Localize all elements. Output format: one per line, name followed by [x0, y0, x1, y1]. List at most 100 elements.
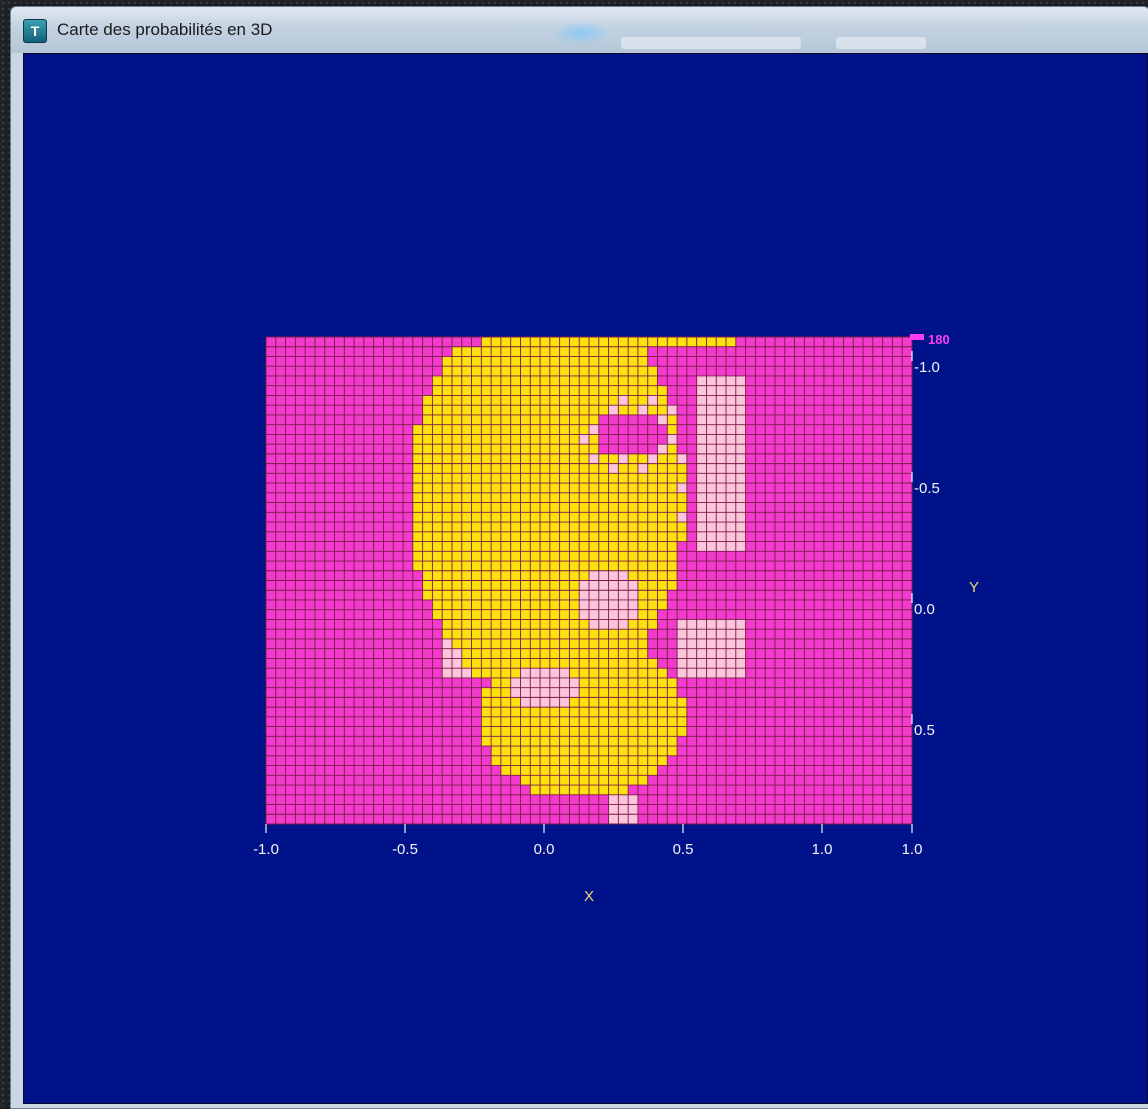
- heatmap-cell: [569, 414, 580, 425]
- heatmap-cell: [471, 463, 482, 474]
- heatmap-cell: [589, 502, 600, 513]
- heatmap-cell: [814, 726, 825, 737]
- heatmap-cell: [344, 434, 355, 445]
- heatmap-cell: [686, 346, 697, 357]
- heatmap-cell: [461, 638, 472, 649]
- x-axis-tick-label: 0.0: [534, 841, 555, 858]
- heatmap-cell: [706, 512, 717, 523]
- heatmap-cell: [686, 580, 697, 591]
- heatmap-cell: [716, 785, 727, 796]
- heatmap-cell: [726, 794, 737, 805]
- heatmap-cell: [833, 716, 844, 727]
- heatmap-cell: [363, 687, 374, 698]
- heatmap-cell: [530, 658, 541, 669]
- plot-area[interactable]: -1.0 -0.5 0.0 0.5 1.0 1.0 -1.0 -0.5 0.0 0.5 180 …: [23, 53, 1148, 1104]
- heatmap-cell: [863, 385, 874, 396]
- heatmap-cell: [275, 590, 286, 601]
- heatmap-cell: [442, 668, 453, 679]
- heatmap-cell: [285, 785, 296, 796]
- heatmap-cell: [872, 638, 883, 649]
- heatmap-cell: [549, 570, 560, 581]
- heatmap-cell: [863, 775, 874, 786]
- heatmap-cell: [686, 814, 697, 825]
- heatmap-cell: [608, 716, 619, 727]
- heatmap-cell: [432, 638, 443, 649]
- heatmap-cell: [833, 707, 844, 718]
- heatmap-cell: [451, 648, 463, 659]
- app-icon[interactable]: T: [23, 19, 47, 43]
- heatmap-cell: [403, 677, 414, 688]
- heatmap-cell: [794, 483, 805, 494]
- heatmap-cell: [540, 580, 551, 591]
- heatmap-cell: [383, 755, 394, 766]
- heatmap-cell: [618, 677, 629, 688]
- heatmap-cell: [266, 785, 277, 796]
- heatmap-cell: [432, 590, 443, 601]
- heatmap-cell: [706, 453, 717, 464]
- heatmap-cell: [814, 551, 825, 562]
- heatmap-cell: [569, 726, 580, 737]
- heatmap-cell: [667, 531, 678, 542]
- heatmap-cell: [589, 346, 600, 357]
- heatmap-cell: [314, 697, 326, 708]
- heatmap-cell: [686, 551, 697, 562]
- heatmap-cell: [784, 619, 795, 630]
- heatmap-cell: [677, 570, 688, 581]
- heatmap-cell: [354, 794, 365, 805]
- heatmap-cell: [589, 434, 600, 445]
- heatmap-cell: [461, 337, 472, 348]
- heatmap-cell: [618, 541, 629, 552]
- heatmap-cell: [491, 775, 502, 786]
- heatmap-cell: [882, 775, 893, 786]
- heatmap-cell: [461, 405, 472, 416]
- heatmap-cell: [530, 755, 541, 766]
- heatmap-cell: [295, 658, 306, 669]
- heatmap-cell: [559, 687, 570, 698]
- heatmap-cell: [530, 492, 541, 503]
- heatmap-cell: [892, 726, 903, 737]
- heatmap-cell: [471, 444, 482, 455]
- heatmap-cell: [667, 502, 678, 513]
- heatmap-cell: [393, 658, 404, 669]
- heatmap-cell: [324, 814, 335, 825]
- heatmap-cell: [618, 755, 629, 766]
- heatmap-cell: [295, 434, 306, 445]
- heatmap-cell: [510, 512, 521, 523]
- heatmap-cell: [589, 375, 600, 386]
- heatmap-cell: [637, 755, 649, 766]
- heatmap-cell: [275, 434, 286, 445]
- heatmap-cell: [432, 346, 443, 357]
- heatmap-cell: [275, 375, 286, 386]
- heatmap-cell: [540, 395, 551, 406]
- heatmap-cell: [686, 375, 697, 386]
- heatmap-cell: [275, 522, 286, 533]
- heatmap-cell: [774, 366, 786, 377]
- heatmap-cell: [549, 561, 560, 572]
- heatmap-cell: [540, 658, 551, 669]
- heatmap-cell: [735, 638, 746, 649]
- heatmap-cell: [765, 619, 776, 630]
- heatmap-cell: [314, 385, 326, 396]
- title-bar[interactable]: T Carte des probabilités en 3D: [11, 7, 1148, 53]
- heatmap-cell: [716, 551, 727, 562]
- heatmap-cell: [726, 804, 737, 815]
- heatmap-cell: [451, 785, 463, 796]
- heatmap-cell: [784, 570, 795, 581]
- heatmap-cell: [412, 804, 423, 815]
- heatmap-cell: [892, 755, 903, 766]
- heatmap-cell: [393, 804, 404, 815]
- heatmap-cell: [843, 707, 854, 718]
- heatmap-cell: [667, 405, 678, 416]
- heatmap-cell: [314, 668, 326, 679]
- heatmap-cell: [305, 385, 316, 396]
- heatmap-cell: [794, 414, 805, 425]
- heatmap-cell: [305, 746, 316, 757]
- heatmap-cell: [598, 366, 609, 377]
- heatmap-cell: [285, 677, 296, 688]
- heatmap-cell: [275, 755, 286, 766]
- heatmap-cell: [285, 668, 296, 679]
- heatmap-cell: [510, 356, 521, 367]
- heatmap-cell: [814, 570, 825, 581]
- heatmap-cell: [618, 804, 629, 815]
- heatmap-cell: [324, 609, 335, 620]
